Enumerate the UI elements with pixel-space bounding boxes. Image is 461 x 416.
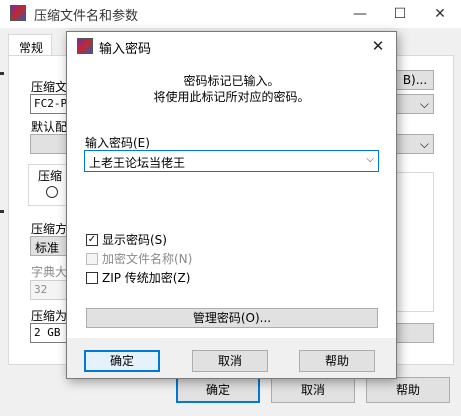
close-icon[interactable]: ✕	[367, 35, 389, 57]
dialog-help-button[interactable]: 帮助	[299, 350, 375, 372]
zip-legacy-encryption-label: ZIP 传统加密(Z)	[102, 271, 191, 285]
show-password-option[interactable]: ✓ 显示密码(S)	[86, 231, 167, 248]
archive-name-input[interactable]: FC2-PI	[30, 94, 70, 114]
split-volume-input[interactable]: 2 GB	[30, 323, 70, 343]
side-mark	[0, 210, 4, 213]
options-group	[396, 172, 434, 312]
archive-format-label: 压缩	[38, 169, 63, 183]
tab-general[interactable]: 常规	[8, 34, 52, 56]
encrypt-filenames-checkbox[interactable]	[86, 252, 98, 265]
dictionary-size-label: 字典大	[31, 265, 68, 279]
password-value: 上老王论坛当佬王	[89, 156, 186, 170]
zip-legacy-encryption-option[interactable]: ZIP 传统加密(Z)	[86, 269, 190, 286]
split-volume-label: 压缩为	[31, 309, 68, 323]
help-button[interactable]: 帮助	[366, 377, 450, 403]
profile-dropdown[interactable]	[30, 134, 70, 154]
winrar-app-icon	[77, 38, 93, 54]
password-label: 输入密码(E)	[85, 136, 150, 150]
archive-window-titlebar: 压缩文件名和参数 — ☐ ✕	[0, 0, 461, 28]
archive-name-label: 压缩文	[31, 80, 68, 94]
zip-legacy-encryption-checkbox[interactable]	[86, 271, 98, 284]
dialog-cancel-button[interactable]: 取消	[192, 350, 268, 372]
show-password-checkbox[interactable]: ✓	[86, 233, 98, 246]
enter-password-dialog: 输入密码 ✕ 密码标记已输入。 将使用此标记所对应的密码。 输入密码(E) 上老…	[66, 31, 397, 379]
ok-button[interactable]: 确定	[176, 377, 260, 403]
password-input[interactable]: 上老王论坛当佬王 ⌵	[84, 150, 379, 172]
password-marker-message-detail: 将使用此标记所对应的密码。	[153, 90, 310, 104]
update-mode-dropdown[interactable]: ⌵	[396, 94, 434, 114]
dialog-titlebar: 输入密码 ✕	[67, 32, 396, 60]
dialog-ok-button[interactable]: 确定	[84, 350, 160, 372]
cancel-button[interactable]: 取消	[271, 377, 355, 403]
password-marker-message: 密码标记已输入。	[183, 74, 280, 88]
profile-dropdown-right[interactable]: ⌵	[396, 134, 434, 154]
window-close-icon[interactable]: ✕	[420, 0, 460, 28]
chevron-down-icon[interactable]: ⌵	[366, 154, 374, 165]
manage-passwords-button[interactable]: 管理密码(O)...	[86, 308, 378, 328]
chevron-down-icon: ⌵	[419, 97, 429, 111]
side-mark	[0, 72, 4, 75]
encrypt-filenames-option[interactable]: 加密文件名称(N)	[86, 250, 192, 267]
encrypt-filenames-label: 加密文件名称(N)	[102, 252, 193, 266]
archive-window-title: 压缩文件名和参数	[34, 9, 139, 24]
chevron-down-icon: ⌵	[419, 137, 429, 151]
format-radio[interactable]	[46, 186, 58, 198]
maximize-icon[interactable]: ☐	[380, 0, 420, 28]
compress-method-label: 压缩方	[31, 222, 68, 236]
minimize-icon[interactable]: —	[340, 0, 380, 28]
default-profile-label: 默认配	[31, 120, 68, 134]
dictionary-size-field[interactable]: 32	[30, 280, 70, 300]
browse-button[interactable]: B)...	[396, 70, 434, 90]
winrar-app-icon	[10, 5, 26, 21]
dialog-content-area: 密码标记已输入。 将使用此标记所对应的密码。 输入密码(E) 上老王论坛当佬王 …	[67, 60, 396, 338]
show-password-label: 显示密码(S)	[102, 233, 167, 247]
set-password-button[interactable]	[396, 323, 434, 343]
compress-method-dropdown[interactable]: 标准	[30, 236, 70, 256]
dialog-title: 输入密码	[99, 42, 152, 57]
